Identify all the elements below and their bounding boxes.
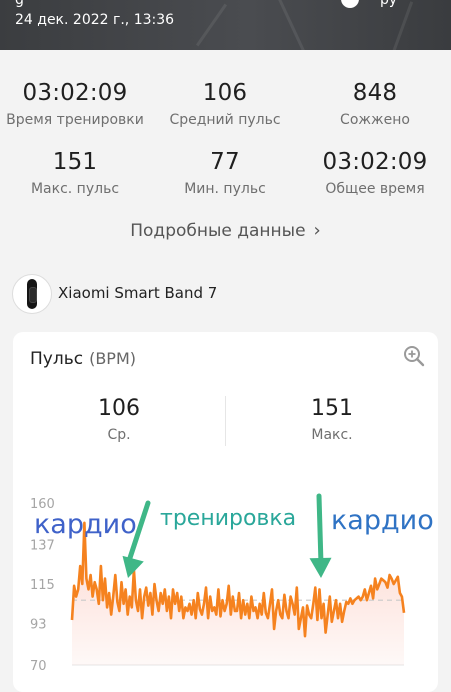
arrow-right-shaft — [316, 493, 324, 567]
arrow-right-head — [309, 557, 332, 578]
arrow-left-head — [122, 555, 144, 578]
arrow-left-shaft — [125, 500, 151, 567]
annotation-arrows — [122, 493, 332, 578]
